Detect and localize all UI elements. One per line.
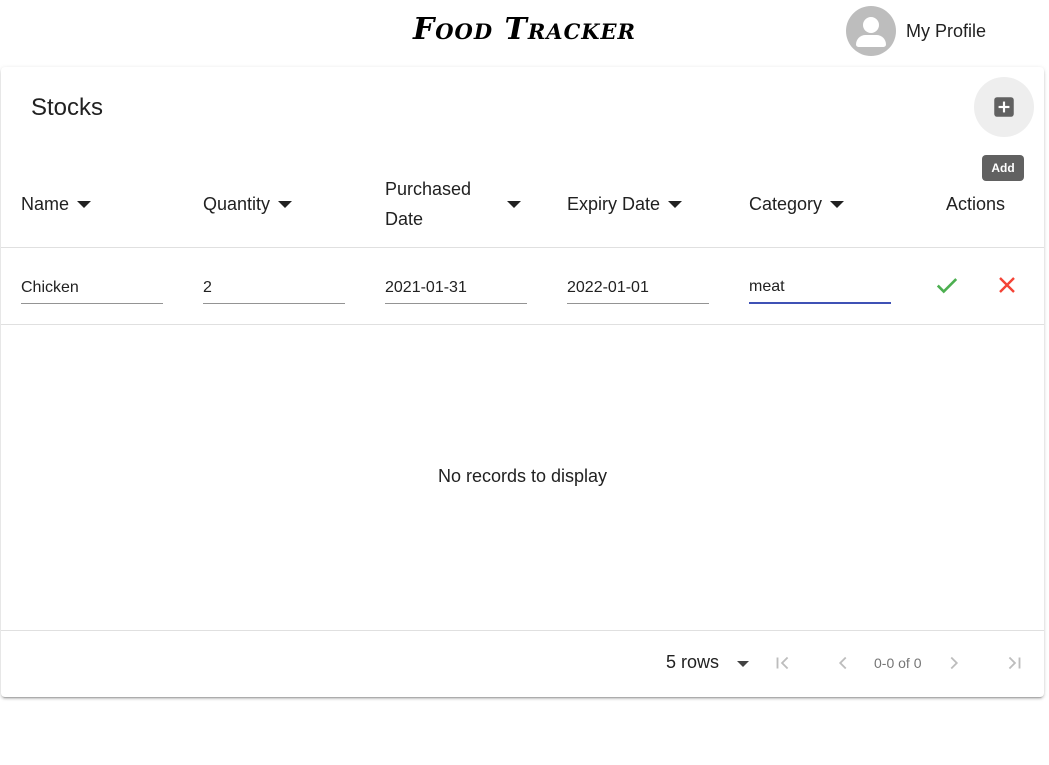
column-header-name[interactable]: Name <box>21 161 92 247</box>
last-page-icon <box>1008 656 1021 670</box>
last-page-button[interactable] <box>1000 649 1028 677</box>
sort-caret-icon <box>278 200 293 208</box>
purchased-date-field[interactable] <box>385 272 527 304</box>
check-icon <box>936 278 958 294</box>
row-divider <box>1 324 1044 325</box>
profile-label: My Profile <box>906 20 987 41</box>
next-page-button[interactable] <box>940 649 968 677</box>
empty-message: No records to display <box>437 466 608 486</box>
column-label-line2: Date <box>385 209 424 229</box>
chevron-down-icon <box>737 661 750 667</box>
add-box-icon <box>994 97 1014 117</box>
footer-divider <box>1 630 1044 631</box>
column-header-purchased-date[interactable]: Purchased Date <box>385 161 521 247</box>
table-title: Stocks <box>31 94 104 121</box>
sort-caret-icon <box>668 200 683 208</box>
column-header-quantity[interactable]: Quantity <box>203 161 293 247</box>
column-label: Quantity <box>203 193 271 214</box>
sort-caret-icon <box>77 200 92 208</box>
rows-per-page-value: 5 rows <box>666 652 720 672</box>
column-label-line1: Purchased <box>385 179 472 199</box>
column-header-actions: Actions <box>946 161 1005 247</box>
column-label: Name <box>21 193 70 214</box>
column-label: Category <box>749 193 823 214</box>
first-page-button[interactable] <box>769 649 797 677</box>
expiry-date-field[interactable] <box>567 272 709 304</box>
account-circle-icon <box>846 6 896 56</box>
rows-per-page-select[interactable]: 5 rows <box>666 652 750 673</box>
column-label: Expiry Date <box>567 193 661 214</box>
cancel-button[interactable] <box>992 270 1022 300</box>
confirm-button[interactable] <box>932 270 962 300</box>
column-label: Actions <box>946 193 1006 214</box>
app-header: Food Tracker My Profile <box>0 0 1049 66</box>
category-field[interactable] <box>749 272 891 304</box>
name-field[interactable] <box>21 272 163 304</box>
chevron-right-icon <box>950 656 959 670</box>
sort-caret-icon <box>830 200 845 208</box>
column-header-category[interactable]: Category <box>749 161 845 247</box>
profile-button[interactable]: My Profile <box>846 6 986 56</box>
first-page-icon <box>776 656 789 670</box>
pagination-range: 0-0 of 0 <box>874 655 922 671</box>
column-header-expiry-date[interactable]: Expiry Date <box>567 161 683 247</box>
close-icon <box>999 277 1015 293</box>
header-divider <box>1 247 1044 248</box>
previous-page-button[interactable] <box>829 649 857 677</box>
quantity-field[interactable] <box>203 272 345 304</box>
chevron-left-icon <box>838 656 847 670</box>
stocks-table-card: Stocks Add Name Quantity Purchased Date … <box>1 67 1044 697</box>
add-button[interactable] <box>974 77 1034 137</box>
sort-caret-icon <box>507 200 521 208</box>
